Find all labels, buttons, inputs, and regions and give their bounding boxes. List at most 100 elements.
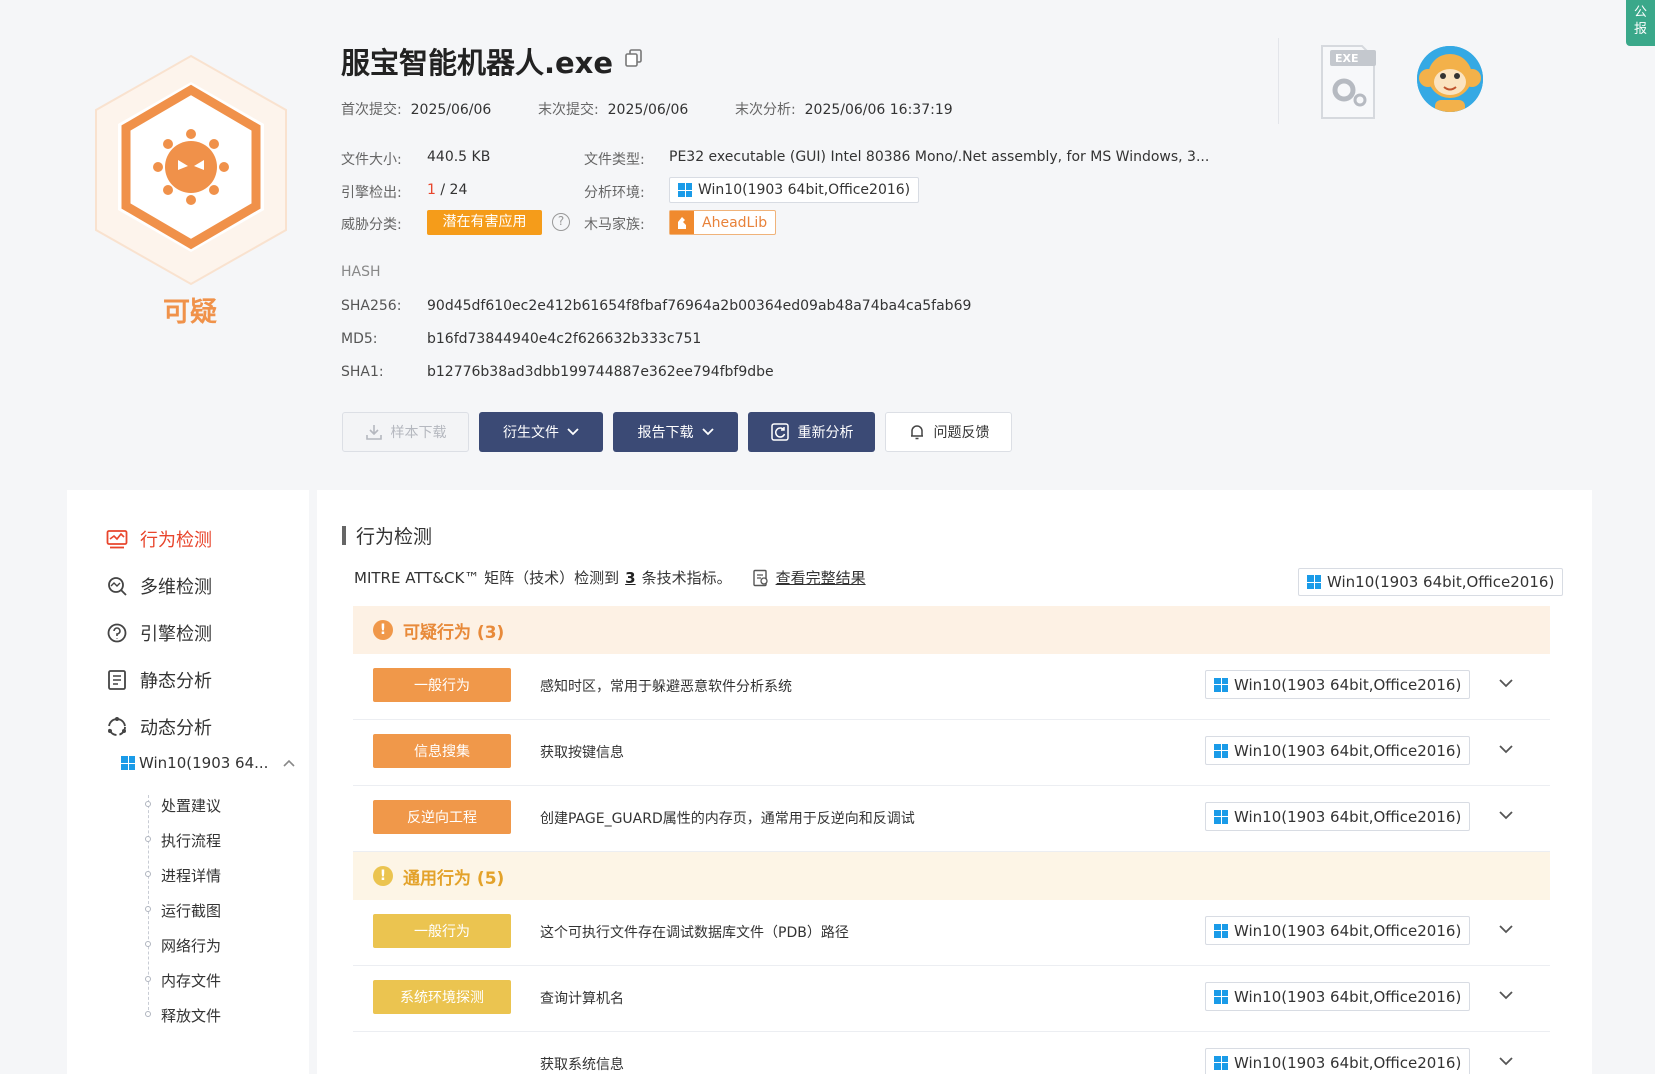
first-submit: 首次提交: 2025/06/06	[341, 102, 492, 118]
behavior-description: 获取系统信息	[540, 1057, 624, 1073]
behavior-env: Win10(1903 64bit,Office2016)	[1205, 670, 1471, 699]
sidebar-item-multidim[interactable]: 多维检测	[106, 573, 212, 599]
copy-icon[interactable]	[624, 48, 644, 68]
tree-dot	[145, 836, 151, 842]
behavior-category-tag: 一般行为	[373, 668, 511, 702]
family-tag[interactable]: AheadLib	[669, 210, 777, 235]
derived-files-button[interactable]: 衍生文件	[479, 412, 603, 452]
hash-title: HASH	[341, 264, 381, 280]
download-icon	[365, 425, 382, 440]
behavior-row[interactable]: 信息搜集 获取按键信息 Win10(1903 64bit,Office2016)	[353, 720, 1550, 786]
verdict-hexagon-icon	[95, 54, 287, 286]
tree-item-advice[interactable]: 处置建议	[161, 795, 221, 816]
feedback-button[interactable]: 问题反馈	[885, 412, 1012, 452]
tree-dot	[145, 941, 151, 947]
chevron-down-icon	[701, 428, 714, 436]
sidebar-item-static[interactable]: 静态分析	[106, 667, 212, 693]
behavior-row[interactable]: 获取系统信息 Win10(1903 64bit,Office2016)	[353, 1032, 1550, 1074]
env-label: 分析环境:	[584, 185, 645, 201]
chevron-down-icon[interactable]	[1499, 676, 1513, 690]
windows-icon	[1307, 575, 1321, 589]
help-icon[interactable]: ?	[552, 213, 570, 231]
windows-icon	[1214, 809, 1228, 824]
behavior-description: 获取按键信息	[540, 745, 624, 761]
sidebar-item-dynamic[interactable]: 动态分析	[106, 714, 212, 740]
sha1-label: SHA1:	[341, 364, 384, 380]
group-general-header[interactable]: ! 通用行为 (5)	[353, 852, 1550, 900]
sidebar-item-engine[interactable]: 引擎检测	[106, 620, 212, 646]
windows-icon	[121, 756, 135, 770]
type-label: 文件类型:	[584, 152, 645, 168]
behavior-row[interactable]: 一般行为 这个可执行文件存在调试数据库文件（PDB）路径 Win10(1903 …	[353, 900, 1550, 966]
behavior-env: Win10(1903 64bit,Office2016)	[1205, 802, 1471, 831]
section-title: 行为检测	[342, 522, 432, 549]
engine-value: 1 / 24	[427, 182, 468, 198]
windows-icon	[1214, 743, 1228, 758]
windows-icon	[1214, 677, 1228, 692]
windows-icon	[1214, 989, 1228, 1004]
sidebar-env-toggle[interactable]: Win10(1903 64...	[121, 754, 296, 772]
threat-tag: 潜在有害应用	[427, 210, 542, 235]
windows-icon	[1214, 1055, 1228, 1070]
verdict-badge	[86, 52, 296, 292]
warning-icon: !	[373, 866, 393, 886]
avatar[interactable]	[1417, 46, 1483, 112]
corner-tab[interactable]: 公报	[1626, 0, 1655, 46]
windows-icon	[1214, 923, 1228, 938]
report-download-button[interactable]: 报告下载	[613, 412, 738, 452]
tree-dot	[145, 976, 151, 982]
type-value: PE32 executable (GUI) Intel 80386 Mono/.…	[669, 149, 1210, 165]
chevron-down-icon[interactable]	[1499, 808, 1513, 822]
chevron-down-icon[interactable]	[1499, 1054, 1513, 1068]
file-name: 服宝智能机器人.exe	[341, 46, 614, 80]
view-full-results-link[interactable]: 查看完整结果	[776, 567, 866, 588]
tree-dot	[145, 1011, 151, 1017]
group-suspicious-header[interactable]: ! 可疑行为 (3)	[353, 606, 1550, 654]
multidim-search-icon	[108, 577, 127, 596]
behavior-env: Win10(1903 64bit,Office2016)	[1205, 982, 1471, 1011]
tree-item-flow[interactable]: 执行流程	[161, 830, 221, 851]
behavior-category-tag: 反逆向工程	[373, 800, 511, 834]
warning-icon: !	[373, 620, 393, 640]
behavior-row[interactable]: 系统环境探测 查询计算机名 Win10(1903 64bit,Office201…	[353, 966, 1550, 1032]
behavior-row[interactable]: 反逆向工程 创建PAGE_GUARD属性的内存页，通常用于反逆向和反调试 Win…	[353, 786, 1550, 852]
reanalyze-button[interactable]: 重新分析	[748, 412, 875, 452]
monkey-avatar-icon	[1417, 46, 1483, 112]
behavior-description: 创建PAGE_GUARD属性的内存页，通常用于反逆向和反调试	[540, 811, 915, 827]
engine-icon	[107, 623, 127, 643]
sample-download-button[interactable]: 样本下载	[342, 412, 469, 452]
behavior-category-tag: 系统环境探测	[373, 980, 511, 1014]
md5-value: b16fd73844940e4c2f626632b333c751	[427, 331, 702, 347]
behavior-category-tag: 信息搜集	[373, 734, 511, 768]
chevron-down-icon[interactable]	[1499, 988, 1513, 1002]
behavior-row[interactable]: 一般行为 感知时区，常用于躲避恶意软件分析系统 Win10(1903 64bit…	[353, 654, 1550, 720]
bell-icon	[910, 425, 923, 440]
family-label: 木马家族:	[584, 217, 645, 233]
header-divider	[1278, 38, 1279, 124]
tree-item-dropped[interactable]: 释放文件	[161, 1005, 221, 1026]
cycle-icon	[108, 717, 126, 736]
last-submit: 末次提交: 2025/06/06	[538, 102, 689, 118]
tree-item-memory[interactable]: 内存文件	[161, 970, 221, 991]
chevron-down-icon[interactable]	[1499, 742, 1513, 756]
behavior-description: 查询计算机名	[540, 991, 624, 1007]
size-value: 440.5 KB	[427, 149, 491, 165]
sha1-value: b12776b38ad3dbb199744887e362ee794fbf9dbe	[427, 364, 774, 380]
mitre-count: 3	[625, 568, 636, 587]
sidebar-item-behavior[interactable]: 行为检测	[106, 526, 212, 552]
tree-dot	[145, 801, 151, 807]
sha256-label: SHA256:	[341, 298, 402, 314]
tree-dot	[145, 906, 151, 912]
tree-item-screenshot[interactable]: 运行截图	[161, 900, 221, 921]
tree-item-process[interactable]: 进程详情	[161, 865, 221, 886]
chevron-down-icon[interactable]	[1499, 922, 1513, 936]
behavior-description: 这个可执行文件存在调试数据库文件（PDB）路径	[540, 925, 849, 941]
env-filter[interactable]: Win10(1903 64bit,Office2016)	[1298, 568, 1564, 596]
engine-label: 引擎检出:	[341, 185, 402, 201]
chevron-up-icon	[283, 759, 296, 767]
tree-item-network[interactable]: 网络行为	[161, 935, 221, 956]
sha256-value: 90d45df610ec2e412b61654f8fbaf76964a2b003…	[427, 298, 972, 314]
threat-label: 威胁分类:	[341, 217, 402, 233]
verdict-label: 可疑	[163, 297, 217, 328]
windows-icon	[678, 183, 692, 197]
